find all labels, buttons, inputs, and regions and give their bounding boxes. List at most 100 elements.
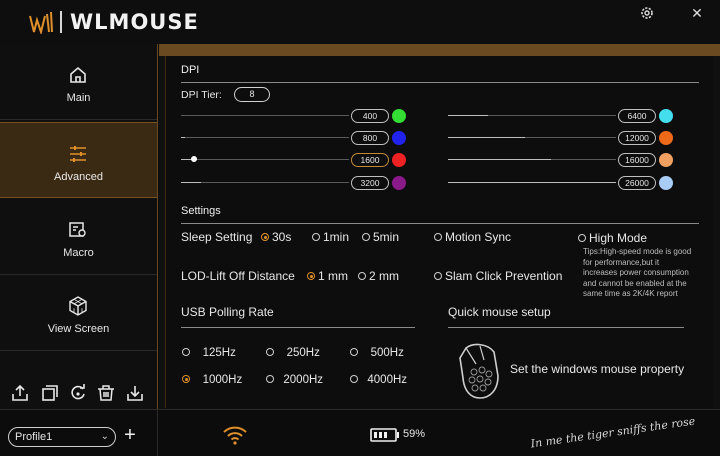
polling-option-4000hz[interactable]: 4000Hz xyxy=(350,374,407,386)
close-icon[interactable]: ✕ xyxy=(688,4,706,22)
dpi-color-swatch[interactable] xyxy=(392,176,406,190)
radio-icon xyxy=(434,233,442,241)
sleep-option-30s[interactable]: 30s xyxy=(261,230,291,244)
radio-icon xyxy=(350,375,358,383)
cube-icon xyxy=(69,296,87,316)
dpi-value[interactable]: 6400 xyxy=(618,109,656,123)
logo-mark-icon xyxy=(29,11,53,34)
add-profile-button[interactable]: + xyxy=(120,423,140,447)
radio-icon xyxy=(266,348,274,356)
dpi-color-swatch[interactable] xyxy=(659,109,673,123)
dpi-color-swatch[interactable] xyxy=(392,131,406,145)
dpi-row: 3200 xyxy=(181,176,421,190)
dpi-slider-fill xyxy=(448,159,551,160)
high-mode-toggle[interactable]: High Mode xyxy=(578,231,647,245)
copy-icon[interactable] xyxy=(40,383,60,403)
dpi-value[interactable]: 800 xyxy=(351,131,389,145)
dpi-tier-label: DPI Tier: xyxy=(181,89,222,101)
dpi-row: 400 xyxy=(181,109,421,123)
radio-icon xyxy=(182,375,190,383)
sleep-setting-label: Sleep Setting xyxy=(181,230,253,244)
polling-option-125hz[interactable]: 125Hz xyxy=(182,347,236,359)
lod-option-2mm[interactable]: 2 mm xyxy=(358,269,399,283)
dpi-slider[interactable] xyxy=(181,115,349,116)
radio-icon xyxy=(182,348,190,356)
battery-percentage: 59% xyxy=(403,428,426,440)
dpi-tier-input[interactable]: 8 xyxy=(234,87,270,102)
export-icon[interactable] xyxy=(10,383,30,403)
footer-bar: Profile1 ⌄ + 59% In me the tiger sniffs … xyxy=(0,409,720,456)
sidebar-item-view-screen[interactable]: View Screen xyxy=(0,275,157,351)
battery-icon xyxy=(370,428,399,442)
reset-icon[interactable] xyxy=(68,383,88,403)
lod-label: LOD-Lift Off Distance xyxy=(181,269,295,283)
dpi-value[interactable]: 1600 xyxy=(351,153,389,167)
polling-option-500hz[interactable]: 500Hz xyxy=(350,347,404,359)
settings-section-title: Settings xyxy=(181,205,221,217)
sidebar: Main Advanced Macro View Screen xyxy=(0,44,158,409)
sleep-option-5min[interactable]: 5min xyxy=(362,230,399,244)
dpi-slider[interactable] xyxy=(181,159,349,160)
advanced-panel: DPI DPI Tier: 8 400 800 1600 3200 6400 1… xyxy=(165,56,713,408)
dpi-slider-fill xyxy=(181,137,185,138)
dpi-color-swatch[interactable] xyxy=(392,109,406,123)
logo-separator xyxy=(60,11,62,33)
dpi-value[interactable]: 12000 xyxy=(618,131,656,145)
radio-icon xyxy=(307,272,315,280)
dpi-slider-fill xyxy=(181,182,201,183)
wireless-icon xyxy=(223,426,247,445)
polling-option-250hz[interactable]: 250Hz xyxy=(266,347,320,359)
profile-tools xyxy=(0,380,157,408)
usb-polling-title: USB Polling Rate xyxy=(181,305,274,319)
dpi-slider-fill xyxy=(448,182,616,183)
radio-icon xyxy=(266,375,274,383)
dpi-value[interactable]: 3200 xyxy=(351,176,389,190)
dpi-color-swatch[interactable] xyxy=(659,153,673,167)
lod-option-1mm[interactable]: 1 mm xyxy=(307,269,348,283)
home-icon xyxy=(70,66,86,83)
sidebar-item-label: Macro xyxy=(63,247,94,259)
radio-icon xyxy=(261,233,269,241)
dpi-color-swatch[interactable] xyxy=(659,176,673,190)
dpi-slider[interactable] xyxy=(181,182,349,183)
dpi-color-swatch[interactable] xyxy=(659,131,673,145)
sleep-option-1min[interactable]: 1min xyxy=(312,230,349,244)
radio-icon xyxy=(434,272,442,280)
chevron-down-icon: ⌄ xyxy=(100,431,109,442)
sliders-icon xyxy=(70,146,86,162)
sidebar-item-advanced[interactable]: Advanced xyxy=(0,122,157,198)
macro-icon xyxy=(69,222,86,237)
mouse-icon[interactable] xyxy=(456,342,502,400)
brand-logo: WLMOUSE xyxy=(28,8,199,36)
import-icon[interactable] xyxy=(125,383,145,403)
radio-icon xyxy=(358,272,366,280)
title-bar: WLMOUSE ✕ xyxy=(0,0,720,44)
dpi-value[interactable]: 400 xyxy=(351,109,389,123)
motion-sync-toggle[interactable]: Motion Sync xyxy=(434,230,511,244)
sidebar-item-main[interactable]: Main xyxy=(0,44,157,120)
profile-select[interactable]: Profile1 ⌄ xyxy=(8,427,116,447)
windows-mouse-property-link[interactable]: Set the windows mouse property xyxy=(510,362,684,376)
slam-click-toggle[interactable]: Slam Click Prevention xyxy=(434,269,562,283)
high-mode-tips: Tips:High-speed mode is good for perform… xyxy=(583,247,692,298)
divider xyxy=(448,327,684,328)
polling-option-1000hz[interactable]: 1000Hz xyxy=(182,374,242,386)
sidebar-item-label: Main xyxy=(66,92,91,104)
dpi-slider-fill xyxy=(448,115,488,116)
dpi-row: 800 xyxy=(181,131,421,145)
delete-icon[interactable] xyxy=(96,383,116,403)
dpi-value[interactable]: 26000 xyxy=(618,176,656,190)
polling-option-2000hz[interactable]: 2000Hz xyxy=(266,374,323,386)
dpi-color-swatch[interactable] xyxy=(392,153,406,167)
dpi-section-title: DPI xyxy=(181,64,200,76)
dpi-value[interactable]: 16000 xyxy=(618,153,656,167)
dpi-slider[interactable] xyxy=(181,137,349,138)
gear-icon[interactable] xyxy=(638,4,656,22)
main-panel: DPI DPI Tier: 8 400 800 1600 3200 6400 1… xyxy=(159,44,720,409)
divider xyxy=(181,82,699,83)
sidebar-item-label: View Screen xyxy=(47,323,110,335)
brand-name: WLMOUSE xyxy=(70,10,199,34)
sidebar-item-macro[interactable]: Macro xyxy=(0,199,157,275)
divider xyxy=(157,410,158,456)
dpi-slider-handle[interactable] xyxy=(191,156,197,162)
